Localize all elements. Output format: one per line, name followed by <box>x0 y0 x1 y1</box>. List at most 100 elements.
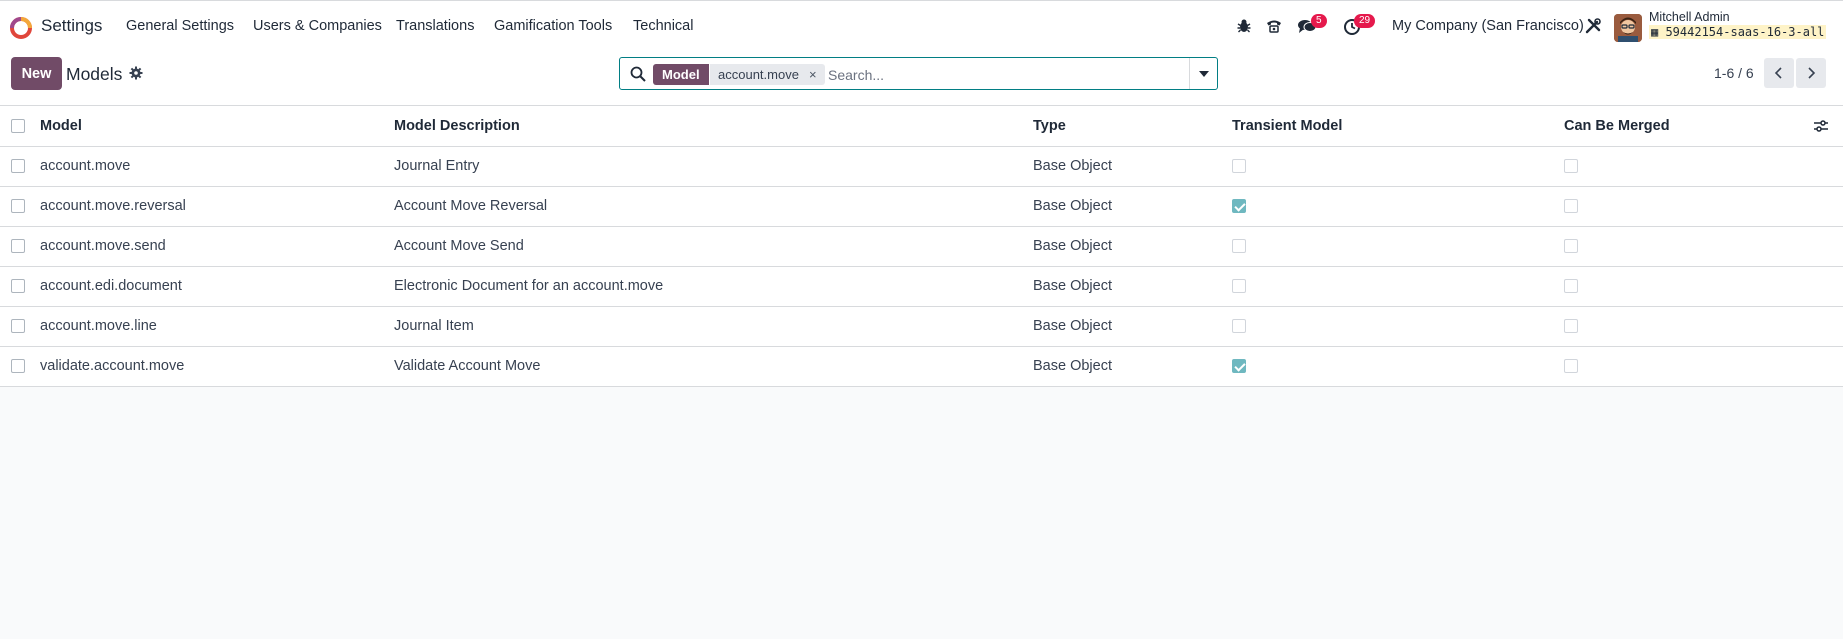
cell-type[interactable]: Base Object <box>1033 146 1232 187</box>
cell-model[interactable]: account.move.reversal <box>40 186 394 227</box>
row-filler-cell <box>1813 306 1843 347</box>
select-all-cell <box>0 106 40 147</box>
can-be-merged-checkbox <box>1564 199 1578 214</box>
new-button[interactable]: New <box>11 57 62 90</box>
cell-transient-model <box>1232 266 1564 307</box>
pager-next-button[interactable] <box>1796 58 1826 88</box>
caret-down-icon <box>1198 70 1209 77</box>
cell-transient-model <box>1232 186 1564 227</box>
select-all-checkbox[interactable] <box>11 118 25 133</box>
optional-columns-cell <box>1813 106 1843 147</box>
transient-model-checkbox <box>1232 239 1246 254</box>
cell-type[interactable]: Base Object <box>1033 266 1232 307</box>
search-facet-text: account.move <box>718 67 799 82</box>
can-be-merged-checkbox <box>1564 239 1578 254</box>
table-row[interactable]: account.edi.document Electronic Document … <box>0 266 1843 307</box>
gear-icon[interactable] <box>129 66 143 80</box>
column-transient-model[interactable]: Transient Model <box>1232 106 1564 147</box>
odoo-logo-icon[interactable] <box>10 17 32 39</box>
database-name-text: 59442154-saas-16-3-all <box>1665 25 1825 39</box>
menu-gamification-tools[interactable]: Gamification Tools <box>494 18 612 34</box>
cell-transient-model <box>1232 146 1564 187</box>
cell-type[interactable]: Base Object <box>1033 346 1232 387</box>
cell-type[interactable]: Base Object <box>1033 306 1232 347</box>
search-input[interactable] <box>828 64 1198 85</box>
cell-transient-model <box>1232 306 1564 347</box>
row-filler-cell <box>1813 146 1843 187</box>
sliders-icon[interactable] <box>1813 118 1829 134</box>
table-row[interactable]: account.move Journal Entry Base Object <box>0 146 1843 187</box>
row-select-cell <box>0 306 40 347</box>
list-view: Model Model Description Type Transient M… <box>0 106 1843 387</box>
table-row[interactable]: account.move.line Journal Item Base Object <box>0 306 1843 347</box>
cell-type[interactable]: Base Object <box>1033 186 1232 227</box>
row-select-cell <box>0 186 40 227</box>
search-icon[interactable] <box>630 66 646 82</box>
column-type[interactable]: Type <box>1033 106 1232 147</box>
menu-users-companies[interactable]: Users & Companies <box>253 18 382 34</box>
avatar[interactable] <box>1614 14 1642 42</box>
column-model-description[interactable]: Model Description <box>394 106 1033 147</box>
column-can-be-merged[interactable]: Can Be Merged <box>1564 106 1813 147</box>
menu-technical[interactable]: Technical <box>633 18 693 34</box>
cell-model-description[interactable]: Journal Item <box>394 306 1033 347</box>
database-icon: ▦ <box>1651 25 1666 39</box>
can-be-merged-checkbox <box>1564 359 1578 374</box>
row-select-checkbox[interactable] <box>11 319 25 334</box>
menu-general-settings[interactable]: General Settings <box>126 18 234 34</box>
user-avatar-icon <box>1614 14 1642 42</box>
cell-model-description[interactable]: Journal Entry <box>394 146 1033 187</box>
company-switcher[interactable]: My Company (San Francisco) <box>1392 18 1584 34</box>
cell-model-description[interactable]: Electronic Document for an account.move <box>394 266 1033 307</box>
page-title[interactable]: Models <box>66 64 122 85</box>
cell-model-description[interactable]: Account Move Reversal <box>394 186 1033 227</box>
table-row[interactable]: account.move.reversal Account Move Revers… <box>0 186 1843 227</box>
user-name[interactable]: Mitchell Admin <box>1649 10 1730 24</box>
bug-icon[interactable] <box>1234 16 1254 36</box>
table-row[interactable]: validate.account.move Validate Account Mo… <box>0 346 1843 387</box>
search-facet-value: account.move × <box>710 64 825 85</box>
transient-model-checkbox <box>1232 159 1246 174</box>
models-table: Model Model Description Type Transient M… <box>0 106 1843 387</box>
transient-model-checkbox <box>1232 319 1246 334</box>
can-be-merged-checkbox <box>1564 319 1578 334</box>
cell-can-be-merged <box>1564 226 1813 267</box>
search-bar[interactable]: Model account.move × <box>619 57 1218 90</box>
cell-model[interactable]: account.edi.document <box>40 266 394 307</box>
row-select-cell <box>0 226 40 267</box>
pager-previous-button[interactable] <box>1764 58 1794 88</box>
cell-model-description[interactable]: Account Move Send <box>394 226 1033 267</box>
cell-model[interactable]: validate.account.move <box>40 346 394 387</box>
cell-type[interactable]: Base Object <box>1033 226 1232 267</box>
cell-can-be-merged <box>1564 186 1813 227</box>
row-select-cell <box>0 146 40 187</box>
control-panel: New Models Model account.move × 1-6 / 6 <box>0 52 1843 106</box>
cell-model[interactable]: account.move.send <box>40 226 394 267</box>
menu-translations[interactable]: Translations <box>396 18 474 34</box>
cell-model[interactable]: account.move <box>40 146 394 187</box>
search-options-toggle[interactable] <box>1189 58 1217 89</box>
cell-model-description[interactable]: Validate Account Move <box>394 346 1033 387</box>
row-select-checkbox[interactable] <box>11 279 25 294</box>
facet-remove-icon[interactable]: × <box>809 67 817 82</box>
cell-model[interactable]: account.move.line <box>40 306 394 347</box>
activities-badge: 29 <box>1354 14 1376 28</box>
cell-can-be-merged <box>1564 146 1813 187</box>
row-select-checkbox[interactable] <box>11 199 25 214</box>
row-select-checkbox[interactable] <box>11 359 25 374</box>
row-select-checkbox[interactable] <box>11 159 25 174</box>
row-select-checkbox[interactable] <box>11 239 25 254</box>
row-select-cell <box>0 346 40 387</box>
column-model[interactable]: Model <box>40 106 394 147</box>
tools-icon[interactable] <box>1583 16 1603 36</box>
database-name: ▦ 59442154-saas-16-3-all <box>1649 25 1827 39</box>
app-name[interactable]: Settings <box>41 16 102 36</box>
messages-badge: 5 <box>1311 14 1327 28</box>
pager-value[interactable]: 1-6 / 6 <box>1714 65 1754 81</box>
row-filler-cell <box>1813 346 1843 387</box>
cell-can-be-merged <box>1564 346 1813 387</box>
search-facet-label: Model <box>653 64 709 85</box>
transient-model-checkbox <box>1232 279 1246 294</box>
table-row[interactable]: account.move.send Account Move Send Base O… <box>0 226 1843 267</box>
phone-icon[interactable] <box>1264 16 1284 36</box>
